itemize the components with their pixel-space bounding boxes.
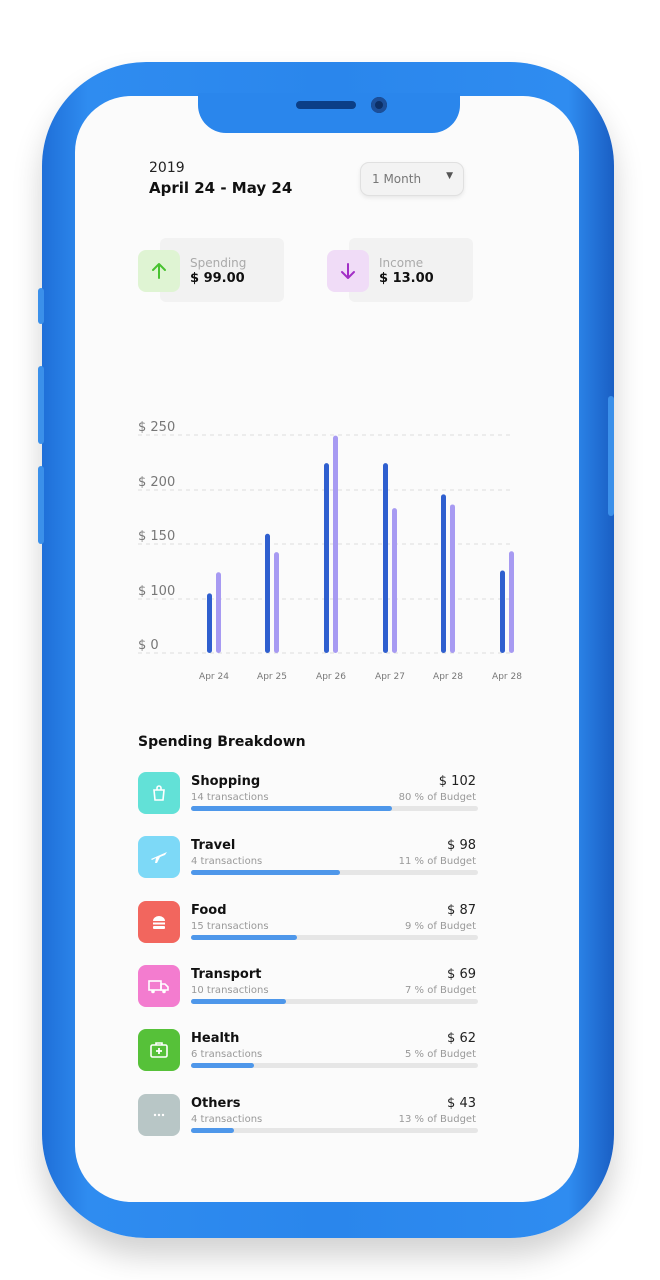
speaker [296,101,356,109]
chart-bar [265,533,270,653]
transaction-count: 4 transactions [191,856,263,867]
breakdown-row-travel[interactable]: Travel $ 98 4 transactions 11 % of Budge… [138,836,478,880]
y-tick-label: $ 0 [138,638,159,653]
x-tick-label: Apr 28 [492,672,522,682]
category-name: Food [191,903,227,918]
transaction-count: 10 transactions [191,985,269,996]
x-tick-label: Apr 26 [316,672,346,682]
category-amount: $ 43 [447,1096,476,1111]
category-name: Others [191,1096,241,1111]
budget-progress-track [191,1128,478,1133]
spending-breakdown-title: Spending Breakdown [138,734,306,750]
burger-icon [138,901,180,943]
y-tick-label: $ 250 [138,420,175,435]
category-amount: $ 98 [447,838,476,853]
chart-bar [324,463,329,653]
x-tick-label: Apr 25 [257,672,287,682]
budget-percent: 5 % of Budget [404,1049,476,1060]
budget-percent: 11 % of Budget [398,856,476,867]
mute-switch [38,288,44,324]
category-name: Travel [191,838,236,853]
budget-percent: 13 % of Budget [398,1114,476,1125]
budget-progress-fill [191,870,341,875]
power-button [608,396,614,516]
breakdown-row-food[interactable]: Food $ 87 15 transactions 9 % of Budget [138,901,478,945]
budget-percent: 7 % of Budget [404,985,476,996]
income-value: $ 13.00 [379,271,434,286]
category-amount: $ 69 [447,967,476,982]
budget-progress-fill [191,806,392,811]
transaction-count: 14 transactions [191,792,269,803]
first-aid-icon [138,1029,180,1071]
budget-percent: 80 % of Budget [398,792,476,803]
breakdown-row-others[interactable]: Others $ 43 4 transactions 13 % of Budge… [138,1094,478,1138]
chart-bar [450,504,455,653]
budget-progress-fill [191,999,286,1004]
chart-bar [383,463,388,653]
x-tick-label: Apr 28 [433,672,463,682]
budget-progress-track [191,870,478,875]
volume-up-button [38,366,44,444]
spending-summary-card[interactable]: Spending $ 99.00 [138,238,284,302]
budget-percent: 9 % of Budget [404,921,476,932]
chart-bar [216,572,221,653]
volume-down-button [38,466,44,544]
category-amount: $ 87 [447,903,476,918]
x-tick-label: Apr 24 [199,672,229,682]
notch [198,93,460,133]
chart-bar [392,508,397,653]
category-amount: $ 102 [438,774,476,789]
more-dots-icon [138,1094,180,1136]
budget-progress-track [191,806,478,811]
chart-bar [207,593,212,653]
budget-progress-track [191,1063,478,1068]
front-camera [371,97,387,113]
date-range: April 24 - May 24 [149,179,293,197]
chart-bar [509,551,514,653]
spending-value: $ 99.00 [190,271,245,286]
income-label: Income [379,256,424,270]
budget-progress-fill [191,1063,255,1068]
budget-progress-track [191,999,478,1004]
category-name: Transport [191,967,262,982]
chart-bar [333,435,338,653]
period-year: 2019 [149,160,185,176]
spending-bar-chart: $ 0 $ 100 $ 150 $ 200 $ 250 Apr 24 Apr 25 Apr 2… [138,420,522,682]
budget-progress-fill [191,935,298,940]
period-dropdown-value: 1 Month [372,172,422,186]
category-amount: $ 62 [447,1031,476,1046]
budget-progress-fill [191,1128,235,1133]
chart-bar [274,552,279,653]
budget-progress-track [191,935,478,940]
airplane-icon [138,836,180,878]
period-dropdown[interactable]: 1 Month ▼ [360,162,464,196]
arrow-down-icon [327,250,369,292]
y-tick-label: $ 100 [138,584,175,599]
income-summary-card[interactable]: Income $ 13.00 [327,238,473,302]
category-name: Health [191,1031,240,1046]
breakdown-row-shopping[interactable]: Shopping $ 102 14 transactions 80 % of B… [138,772,478,816]
chart-bar [441,494,446,653]
caret-down-icon: ▼ [446,171,453,181]
arrow-up-icon [138,250,180,292]
spending-label: Spending [190,256,247,270]
breakdown-row-transport[interactable]: Transport $ 69 10 transactions 7 % of Bu… [138,965,478,1009]
truck-icon [138,965,180,1007]
x-tick-label: Apr 27 [375,672,405,682]
breakdown-row-health[interactable]: Health $ 62 6 transactions 5 % of Budget [138,1029,478,1073]
shopping-bag-icon [138,772,180,814]
transaction-count: 15 transactions [191,921,269,932]
y-tick-label: $ 150 [138,529,175,544]
chart-bar [500,570,505,653]
transaction-count: 4 transactions [191,1114,263,1125]
transaction-count: 6 transactions [191,1049,263,1060]
y-tick-label: $ 200 [138,475,175,490]
category-name: Shopping [191,774,261,789]
